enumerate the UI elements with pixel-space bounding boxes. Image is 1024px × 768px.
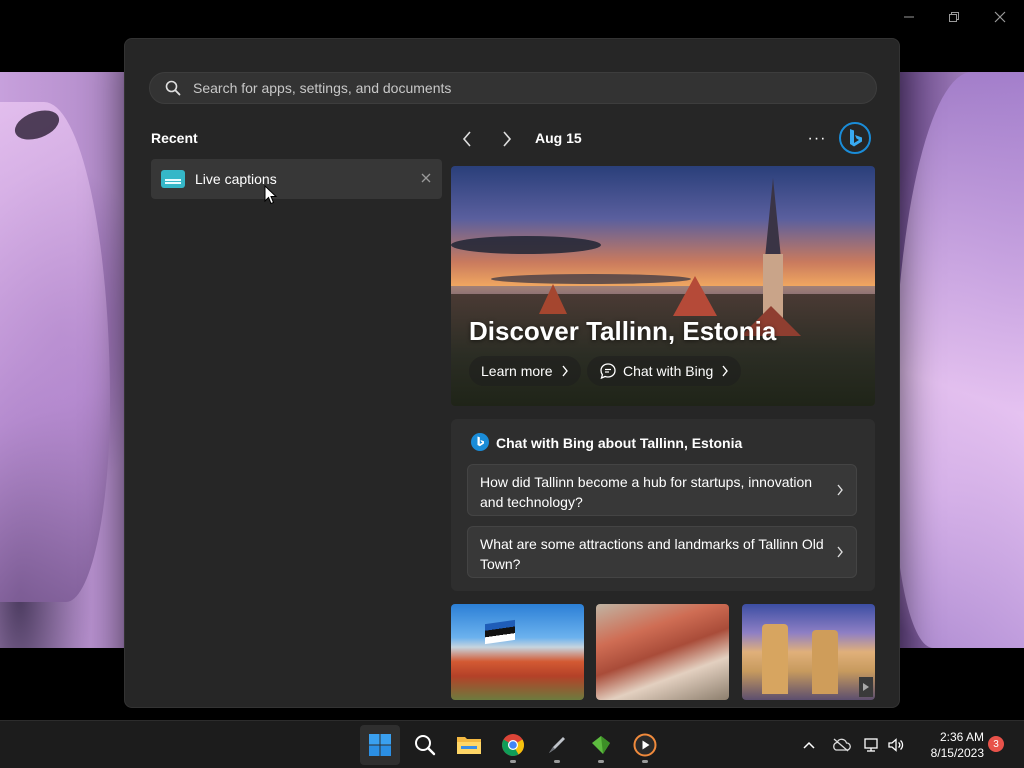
start-icon: [369, 734, 391, 756]
volume-icon: [888, 738, 904, 752]
chat-prompt-2[interactable]: What are some attractions and landmarks …: [467, 526, 857, 578]
tower-image-detail: [812, 630, 838, 694]
live-captions-icon: [161, 170, 185, 188]
caret-right-icon: [863, 683, 869, 691]
hero-image-detail: [539, 284, 567, 314]
learn-more-button[interactable]: Learn more: [469, 356, 581, 386]
hero-image-detail: [451, 236, 601, 254]
show-hidden-icons-button[interactable]: [799, 735, 819, 755]
notification-badge[interactable]: 3: [988, 736, 1004, 752]
hero-title: Discover Tallinn, Estonia: [469, 316, 777, 346]
chat-card-title: Chat with Bing about Tallinn, Estonia: [496, 435, 743, 451]
recent-item-live-captions[interactable]: Live captions: [151, 159, 442, 199]
tower-image-detail: [762, 624, 788, 694]
close-icon[interactable]: [989, 6, 1011, 28]
running-indicator: [598, 760, 604, 763]
remove-recent-icon[interactable]: [418, 170, 434, 186]
chevron-left-icon: [462, 131, 471, 147]
running-indicator: [554, 760, 560, 763]
search-input[interactable]: [193, 80, 833, 96]
learn-more-label: Learn more: [481, 363, 553, 379]
pen-app-button[interactable]: [537, 725, 577, 765]
wallpaper-shape: [894, 72, 1024, 648]
chevron-right-icon: [837, 484, 843, 496]
minimize-icon[interactable]: [898, 6, 920, 28]
wallpaper-shape: [0, 102, 110, 602]
chat-prompt-1[interactable]: How did Tallinn become a hub for startup…: [467, 464, 857, 516]
chevron-up-icon: [803, 741, 815, 749]
clock-date: 8/15/2023: [930, 746, 984, 760]
bing-icon: [471, 433, 489, 451]
running-indicator: [510, 760, 516, 763]
next-day-button[interactable]: [495, 127, 519, 151]
clock-time: 2:36 AM: [939, 730, 984, 744]
chevron-right-icon: [562, 365, 568, 377]
media-player-button[interactable]: [625, 725, 665, 765]
previous-day-button[interactable]: [455, 127, 479, 151]
estonian-flag-image: [485, 619, 515, 645]
taskbar: 2:36 AM 8/15/2023 3: [0, 720, 1024, 768]
network-icon: [864, 738, 878, 752]
file-explorer-icon: [457, 737, 481, 754]
chevron-right-icon: [503, 131, 512, 147]
onedrive-button[interactable]: [831, 735, 851, 755]
image-tile-old-town-rooftops[interactable]: [596, 604, 729, 700]
recent-heading: Recent: [151, 130, 198, 146]
image-tile-tallinn-flag[interactable]: [451, 604, 584, 700]
chrome-button[interactable]: [493, 725, 533, 765]
chrome-icon: [502, 734, 524, 756]
taskbar-search-button[interactable]: [405, 725, 445, 765]
clock[interactable]: 2:36 AM 8/15/2023: [912, 729, 984, 761]
scroll-right-button[interactable]: [859, 677, 873, 697]
network-button[interactable]: [862, 735, 882, 755]
green-app-icon: [592, 736, 610, 754]
hero-image-detail: [491, 274, 691, 284]
running-indicator: [642, 760, 648, 763]
start-menu: Recent Live captions Aug 15 ··· Discover…: [124, 38, 900, 708]
chat-with-bing-label: Chat with Bing: [623, 363, 714, 379]
bing-chat-card: Chat with Bing about Tallinn, Estonia Ho…: [451, 419, 875, 591]
chat-prompt-text: How did Tallinn become a hub for startup…: [480, 474, 813, 510]
chevron-right-icon: [722, 365, 729, 377]
chat-prompt-text: What are some attractions and landmarks …: [480, 536, 824, 572]
search-box[interactable]: [149, 72, 877, 104]
hero-card-tallinn[interactable]: Discover Tallinn, Estonia Learn more Cha…: [451, 166, 875, 406]
more-options-button[interactable]: ···: [805, 127, 829, 151]
start-button[interactable]: [360, 725, 400, 765]
search-icon: [165, 80, 181, 96]
feed-date: Aug 15: [535, 130, 582, 146]
media-player-icon: [633, 733, 657, 757]
cloud-offline-icon: [833, 738, 851, 752]
mouse-cursor-icon: [264, 185, 278, 205]
bing-icon[interactable]: [838, 121, 872, 155]
chat-bubble-icon: [600, 363, 616, 380]
search-icon: [415, 735, 436, 756]
chevron-right-icon: [837, 546, 843, 558]
hero-image-detail: [673, 276, 717, 316]
image-tile-viru-gate[interactable]: [742, 604, 875, 700]
file-explorer-button[interactable]: [449, 725, 489, 765]
pen-app-icon: [549, 737, 565, 753]
chat-with-bing-button[interactable]: Chat with Bing: [587, 356, 742, 386]
hero-image-detail: [451, 294, 875, 406]
volume-button[interactable]: [886, 735, 906, 755]
hero-image-detail: [765, 178, 781, 258]
restore-icon[interactable]: [943, 6, 965, 28]
green-app-button[interactable]: [581, 725, 621, 765]
